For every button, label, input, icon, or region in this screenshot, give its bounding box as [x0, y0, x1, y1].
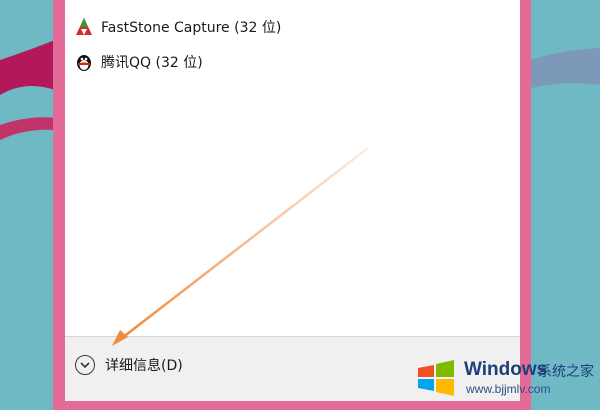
task-manager-window: FastStone Capture (32 位) 腾讯QQ (32 位) 详细信…	[65, 0, 520, 401]
qq-penguin-icon	[75, 52, 93, 72]
watermark: Windows 系统之家 www.bjjmlv.com	[408, 350, 600, 400]
app-item-qq[interactable]: 腾讯QQ (32 位)	[75, 49, 203, 75]
windows-logo-icon	[418, 360, 454, 396]
watermark-title: Windows	[464, 359, 548, 380]
app-label: 腾讯QQ (32 位)	[101, 55, 203, 71]
more-details-button[interactable]: 详细信息(D)	[75, 355, 183, 375]
faststone-capture-icon	[75, 17, 93, 37]
app-label: FastStone Capture (32 位)	[101, 20, 282, 36]
more-details-label: 详细信息(D)	[105, 358, 183, 374]
chevron-down-circle-icon	[75, 355, 95, 375]
app-item-faststone[interactable]: FastStone Capture (32 位)	[75, 14, 281, 40]
watermark-url: www.bjjmlv.com	[466, 382, 551, 396]
watermark-subtitle: 系统之家	[538, 364, 594, 380]
